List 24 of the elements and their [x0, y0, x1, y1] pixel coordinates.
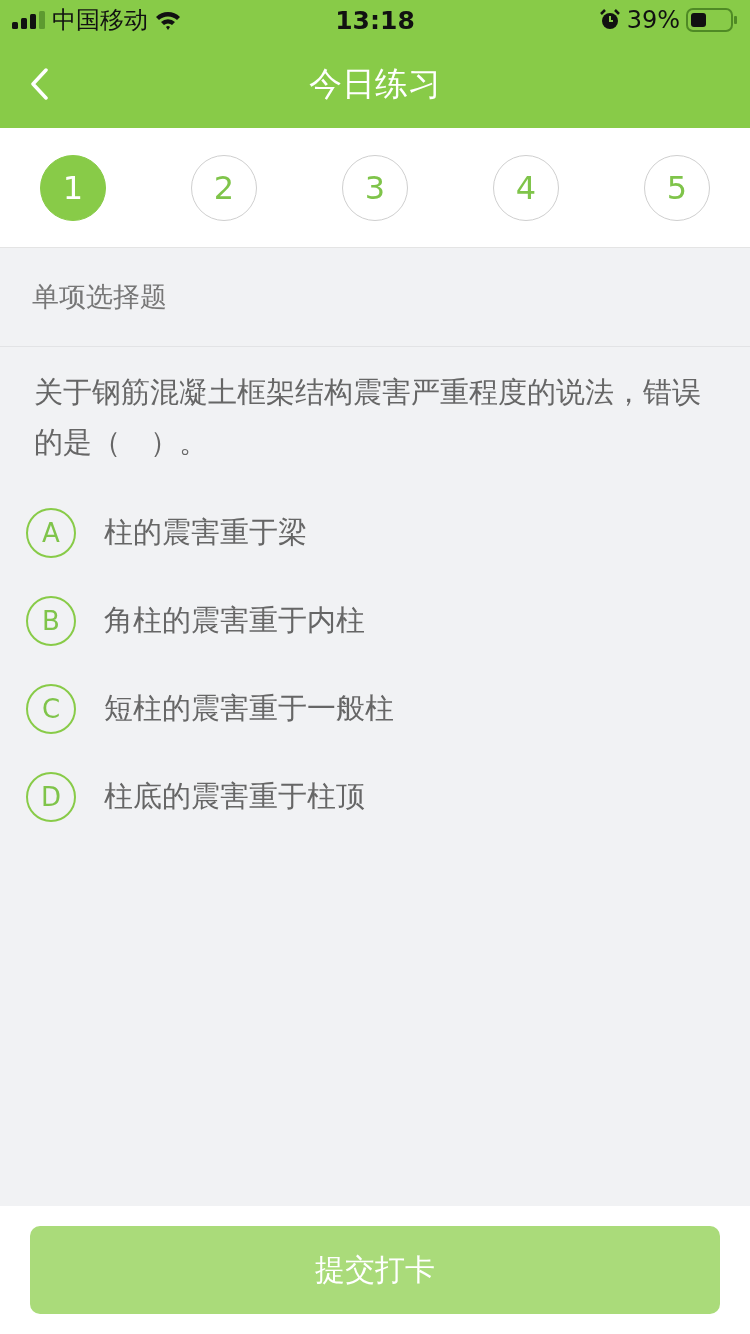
battery-icon	[686, 8, 738, 32]
answer-option[interactable]: C 短柱的震害重于一般柱	[26, 665, 724, 753]
answer-option[interactable]: D 柱底的震害重于柱顶	[26, 753, 724, 841]
question-number-tab[interactable]: 4	[493, 154, 559, 221]
back-icon	[30, 68, 48, 100]
question-text: 关于钢筋混凝土框架结构震害严重程度的说法，错误的是（ ）。	[34, 374, 702, 461]
option-letter: C	[26, 684, 76, 734]
carrier-name: 中国移动	[52, 5, 148, 36]
answer-option[interactable]: A 柱的震害重于梁	[26, 489, 724, 577]
page-title: 今日练习	[309, 62, 441, 105]
question-type-label: 单项选择题	[32, 280, 167, 314]
alarm-icon	[598, 9, 621, 31]
option-letter: A	[26, 508, 76, 558]
question-number-tab[interactable]: 3	[342, 154, 408, 221]
question-number-tab[interactable]: 5	[644, 154, 710, 221]
question-number-tab[interactable]: 1	[40, 154, 106, 221]
signal-icon	[12, 11, 46, 29]
status-time: 13:18	[335, 5, 415, 35]
battery-percent: 39%	[626, 6, 680, 34]
option-letter: B	[26, 596, 76, 646]
option-letter: D	[26, 772, 76, 822]
answer-option[interactable]: B 角柱的震害重于内柱	[26, 577, 724, 665]
wifi-icon	[154, 10, 182, 30]
question-number-tab[interactable]: 2	[191, 154, 257, 221]
